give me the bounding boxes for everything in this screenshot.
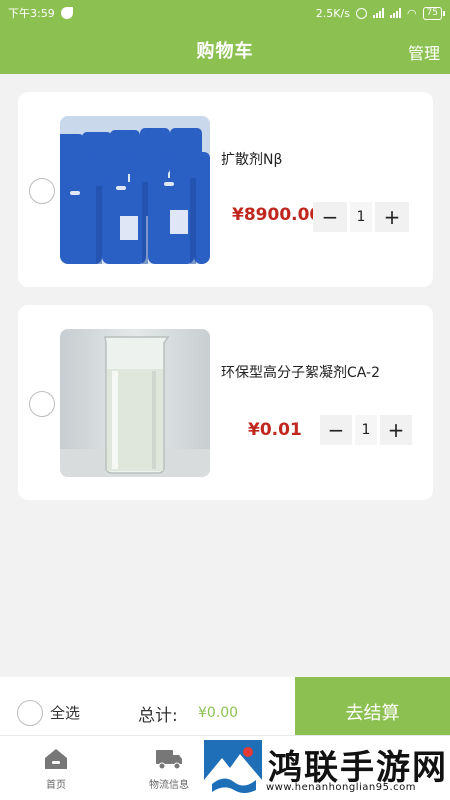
notification-icon (60, 7, 73, 19)
signal-icon-2 (389, 8, 401, 18)
cart-item-card: 环保型高分子絮凝剂CA-2 ¥0.01 − 1 + (18, 305, 433, 500)
network-speed: 2.5K/s (315, 6, 350, 20)
wifi-icon: ◠ (406, 6, 417, 20)
product-price: ¥8900.00 (232, 205, 322, 225)
total-value: ¥0.00 (198, 705, 239, 721)
watermark-logo-icon (204, 740, 262, 798)
tab-logistics-label: 物流信息 (149, 780, 189, 791)
quantity-stepper: − 1 + (313, 202, 409, 232)
total-label: 总计: (138, 706, 178, 726)
checkout-bar: 全选 总计: ¥0.00 去结算 (0, 677, 450, 735)
checkout-button[interactable]: 去结算 (295, 677, 450, 735)
increase-button[interactable]: + (380, 415, 412, 445)
product-name[interactable]: 扩散剂Nβ (221, 149, 282, 169)
home-icon (45, 749, 67, 769)
tab-home[interactable]: 首页 (21, 748, 91, 791)
select-all-radio[interactable] (17, 700, 43, 726)
decrease-button[interactable]: − (313, 202, 347, 232)
signal-icon (372, 8, 384, 18)
product-image-blue-drums[interactable] (60, 116, 210, 264)
item-select-radio[interactable] (29, 391, 55, 417)
page-title: 购物车 (196, 41, 254, 62)
item-select-radio[interactable] (29, 178, 55, 204)
tab-home-label: 首页 (46, 780, 66, 791)
quantity-stepper: − 1 + (320, 415, 412, 445)
tab-logistics[interactable]: 物流信息 (134, 748, 204, 791)
quantity-value[interactable]: 1 (355, 415, 377, 445)
cart-item-card: 扩散剂Nβ ¥8900.00 − 1 + (18, 92, 433, 287)
manage-button[interactable]: 管理 (408, 40, 440, 64)
product-price: ¥0.01 (248, 420, 302, 440)
product-name[interactable]: 环保型高分子絮凝剂CA-2 (221, 362, 380, 382)
app-top-bar: 下午3:59 2.5K/s ◠ 75 购物车 管理 (0, 0, 450, 74)
header: 购物车 管理 (0, 26, 450, 74)
status-bar: 下午3:59 2.5K/s ◠ 75 (0, 0, 450, 26)
increase-button[interactable]: + (375, 202, 409, 232)
watermark: 鸿联手游网 www.henanhonglian95.com (200, 738, 450, 800)
truck-icon (156, 750, 182, 770)
battery-icon: 75 (422, 6, 446, 20)
alarm-icon (355, 7, 367, 19)
status-time: 下午3:59 (8, 7, 55, 20)
quantity-value[interactable]: 1 (350, 202, 372, 232)
decrease-button[interactable]: − (320, 415, 352, 445)
watermark-url: www.henanhonglian95.com (266, 782, 417, 793)
product-image-beaker[interactable] (60, 329, 210, 477)
select-all-label[interactable]: 全选 (50, 702, 80, 723)
